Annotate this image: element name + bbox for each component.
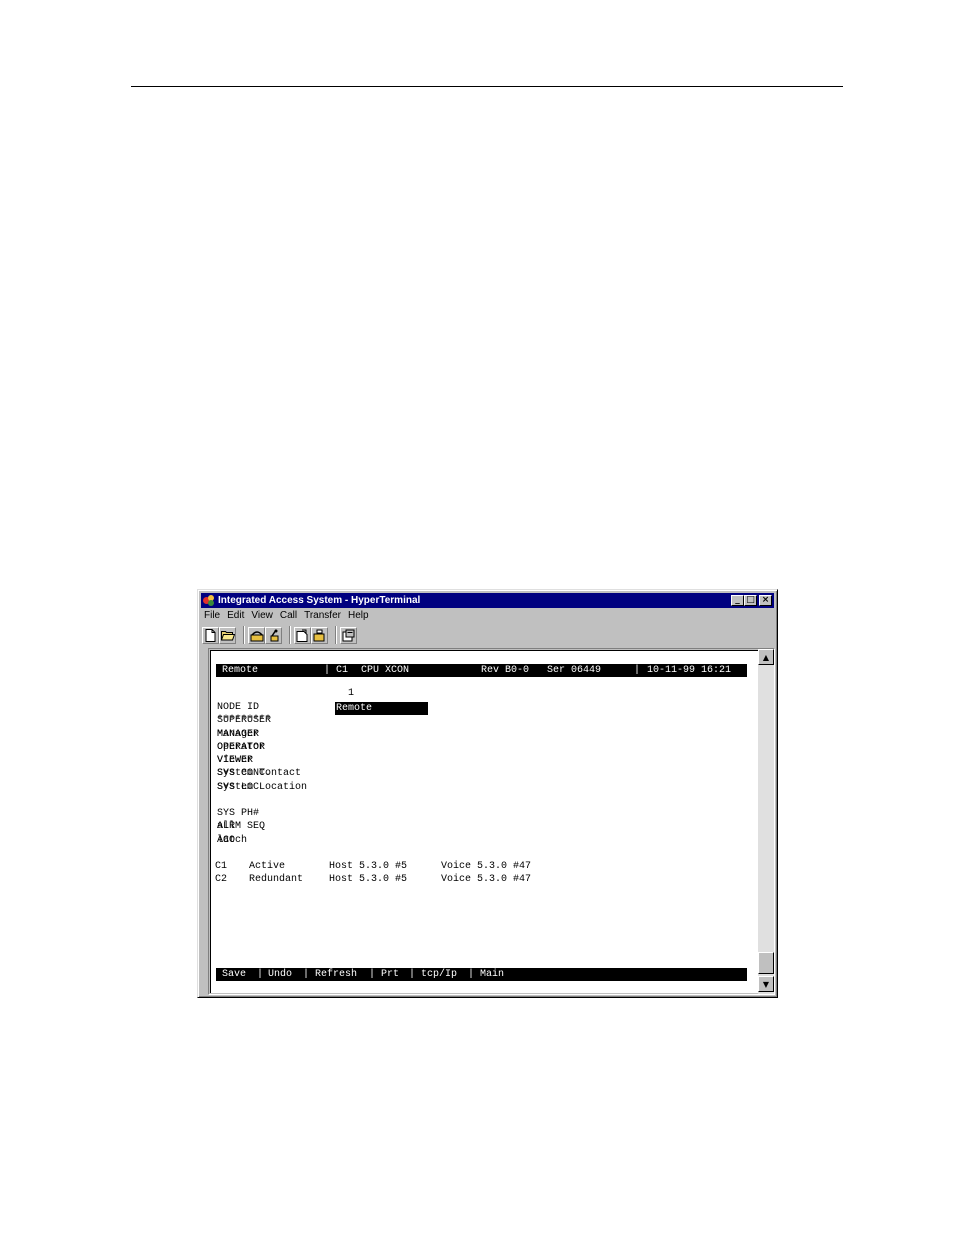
- menu-transfer[interactable]: Transfer: [302, 609, 346, 623]
- close-button[interactable]: ×: [759, 595, 772, 606]
- status-datetime: 10-11-99 16:21: [647, 665, 732, 676]
- status-ser: Ser 06449: [547, 665, 602, 676]
- alarm-sequence-field[interactable]: all: [217, 821, 235, 833]
- title-bar[interactable]: Integrated Access System - HyperTerminal…: [201, 593, 774, 608]
- status-card: CPU XCON: [361, 665, 410, 676]
- card-row-voice: Voice 5.3.0 #47: [441, 874, 532, 885]
- menu-call[interactable]: Call: [278, 609, 302, 623]
- terminal-status-bar: Remote | C1 CPU XCON Rev B0-0 Ser 06449 …: [216, 664, 747, 677]
- aco-field[interactable]: latch: [217, 835, 247, 847]
- status-slot: C1: [336, 665, 349, 676]
- scroll-down-arrow-icon[interactable]: ▼: [758, 976, 774, 992]
- scroll-thumb[interactable]: [758, 952, 774, 974]
- window-title: Integrated Access System - HyperTerminal: [218, 595, 421, 606]
- node-id-input[interactable]: Remote: [335, 702, 428, 715]
- hyperterminal-app-icon[interactable]: [203, 595, 215, 606]
- new-icon[interactable]: [202, 626, 219, 644]
- cmd-undo[interactable]: Undo: [268, 968, 292, 981]
- connect-icon[interactable]: [248, 626, 265, 644]
- menu-edit[interactable]: Edit: [225, 609, 249, 623]
- card-row-voice: Voice 5.3.0 #47: [441, 861, 532, 872]
- column-header: 1: [348, 688, 355, 699]
- open-icon[interactable]: [219, 626, 236, 644]
- status-node: Remote: [222, 665, 259, 676]
- card-row-state: Redundant: [249, 874, 304, 885]
- vertical-scrollbar[interactable]: ▲ ▼: [758, 649, 774, 994]
- superuser-password-field[interactable]: *********: [217, 715, 271, 727]
- send-icon[interactable]: [294, 626, 311, 644]
- field-label-sys-ph: SYS PH#: [217, 808, 260, 819]
- operator-password-field[interactable]: Operator: [217, 742, 265, 754]
- command-bar: Save | Undo | Refresh | Prt | tcp/Ip | M…: [216, 968, 747, 981]
- menu-view[interactable]: View: [249, 609, 278, 623]
- hyperterminal-window: Integrated Access System - HyperTerminal…: [197, 589, 778, 998]
- menu-bar: File Edit View Call Transfer Help: [202, 609, 374, 623]
- card-row-host: Host 5.3.0 #5: [329, 861, 408, 872]
- cmd-tcp-ip[interactable]: tcp/Ip: [421, 968, 457, 981]
- cmd-prt[interactable]: Prt: [381, 968, 399, 981]
- field-label-node-id: NODE ID: [217, 702, 260, 713]
- card-row-host: Host 5.3.0 #5: [329, 874, 408, 885]
- viewer-password-field[interactable]: Viewer: [217, 755, 253, 767]
- cmd-refresh[interactable]: Refresh: [315, 968, 357, 981]
- toolbar: [202, 625, 363, 645]
- status-rev: Rev B0-0: [481, 665, 530, 676]
- properties-icon[interactable]: [340, 626, 357, 644]
- page-header-rule: [131, 86, 843, 87]
- manager-password-field[interactable]: Manager: [217, 729, 259, 741]
- card-row-slot: C2: [215, 874, 228, 885]
- cmd-save[interactable]: Save: [222, 968, 246, 981]
- terminal-frame: Remote | C1 CPU XCON Rev B0-0 Ser 06449 …: [208, 648, 775, 995]
- terminal-screen[interactable]: Remote | C1 CPU XCON Rev B0-0 Ser 06449 …: [210, 650, 758, 993]
- card-row-state: Active: [249, 861, 286, 872]
- scroll-up-arrow-icon[interactable]: ▲: [758, 649, 774, 665]
- maximize-button[interactable]: □: [744, 595, 757, 606]
- menu-file[interactable]: File: [202, 609, 225, 623]
- sys-contact-field[interactable]: System Contact: [217, 768, 301, 780]
- disconnect-icon[interactable]: [265, 626, 282, 644]
- receive-icon[interactable]: [311, 626, 328, 644]
- sys-location-field[interactable]: System Location: [217, 782, 307, 794]
- menu-help[interactable]: Help: [346, 609, 374, 623]
- card-row-slot: C1: [215, 861, 228, 872]
- minimize-button[interactable]: _: [731, 595, 744, 606]
- cmd-main[interactable]: Main: [480, 968, 504, 981]
